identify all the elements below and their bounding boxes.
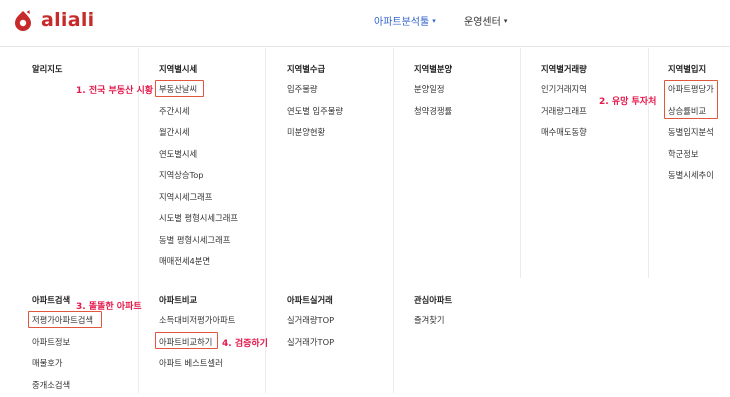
menu-item[interactable]: 아파트정보 xyxy=(32,336,93,348)
highlight-box xyxy=(664,80,718,119)
menu-item[interactable]: 청약경쟁률 xyxy=(414,105,452,117)
menu-heading: 아파트비교 xyxy=(159,295,198,305)
menu-item[interactable]: 시도별 평형시세그래프 xyxy=(159,212,238,224)
chevron-down-icon: ▾ xyxy=(503,16,508,25)
menu-item[interactable]: 실거래량TOP xyxy=(287,314,334,326)
top-header: aliali 아파트분석툴 ▾ 운영센터 ▾ xyxy=(0,0,730,40)
menu-column-favorite-apartments: 관심아파트 즐겨찾기 xyxy=(414,294,452,326)
menu-heading: 지역별입지 xyxy=(668,64,707,74)
annotation-label: 4. 검증하기 xyxy=(222,339,268,349)
menu-heading: 지역별시세 xyxy=(159,64,198,74)
column-divider xyxy=(648,48,649,278)
highlight-box xyxy=(155,80,204,97)
brand-name: aliali xyxy=(41,9,95,31)
menu-item[interactable]: 월간시세 xyxy=(159,126,238,138)
chevron-down-icon: ▾ xyxy=(432,16,436,25)
menu-heading[interactable]: 알리지도 xyxy=(32,63,63,75)
menu-item[interactable]: 실거래가TOP xyxy=(287,336,334,348)
menu-item[interactable]: 입주물량 xyxy=(287,83,343,95)
menu-item[interactable]: 아파트 베스트셀러 xyxy=(159,357,235,369)
menu-heading: 지역별분양 xyxy=(414,64,453,74)
menu-column-map: 알리지도 xyxy=(32,63,63,75)
brand-logo[interactable]: aliali xyxy=(12,9,95,31)
menu-item[interactable]: 지역시세그래프 xyxy=(159,191,238,203)
menu-item[interactable]: 연도별 입주물량 xyxy=(287,105,343,117)
menu-heading: 아파트실거래 xyxy=(287,295,333,305)
column-divider xyxy=(138,48,139,393)
menu-heading: 관심아파트 xyxy=(414,295,453,305)
highlight-box xyxy=(28,311,102,328)
menu-item[interactable]: 즐겨찾기 xyxy=(414,314,452,326)
annotation-label: 2. 유망 투자처 xyxy=(599,97,657,107)
menu-item[interactable]: 지역상승Top xyxy=(159,169,238,181)
header-divider xyxy=(0,46,730,47)
column-divider xyxy=(520,48,521,278)
menu-item[interactable]: 동별 평형시세그래프 xyxy=(159,234,238,246)
menu-column-supply: 지역별수급 입주물량 연도별 입주물량 미분양현황 xyxy=(287,63,343,138)
column-divider xyxy=(393,48,394,393)
menu-item[interactable]: 중개소검색 xyxy=(32,379,93,391)
menu-item[interactable]: 분양일정 xyxy=(414,83,452,95)
menu-item[interactable]: 동별입지분석 xyxy=(668,126,714,138)
menu-column-transaction-volume: 지역별거래량 인기거래지역 거래량그래프 매수매도동향 xyxy=(541,63,587,138)
annotation-label: 1. 전국 부동산 시황 xyxy=(76,86,154,96)
menu-item[interactable]: 인기거래지역 xyxy=(541,83,587,95)
menu-column-presale: 지역별분양 분양일정 청약경쟁률 xyxy=(414,63,452,117)
menu-item[interactable]: 미분양현황 xyxy=(287,126,343,138)
nav-ops-label: 운영센터 xyxy=(464,17,501,28)
annotation-label: 3. 똘똘한 아파트 xyxy=(76,302,142,312)
menu-item[interactable]: 소득대비저평가아파트 xyxy=(159,314,235,326)
menu-heading: 지역별수급 xyxy=(287,64,326,74)
menu-column-real-transactions: 아파트실거래 실거래량TOP 실거래가TOP xyxy=(287,294,334,348)
nav-apartment-analysis-dropdown[interactable]: 아파트분석툴 ▾ xyxy=(374,13,436,29)
nav-analysis-label: 아파트분석툴 xyxy=(374,17,430,28)
menu-item[interactable]: 주간시세 xyxy=(159,105,238,117)
menu-item[interactable]: 매수매도동향 xyxy=(541,126,587,138)
menu-item[interactable]: 매매전세4분면 xyxy=(159,255,238,267)
nav-operation-center-dropdown[interactable]: 운영센터 ▾ xyxy=(464,13,508,29)
menu-item[interactable]: 동별시세추이 xyxy=(668,169,714,181)
menu-item[interactable]: 연도별시세 xyxy=(159,148,238,160)
menu-heading: 지역별거래량 xyxy=(541,64,587,74)
menu-item[interactable]: 학군정보 xyxy=(668,148,714,160)
logo-drop-icon xyxy=(12,9,34,31)
highlight-box xyxy=(155,332,218,349)
menu-item[interactable]: 거래량그래프 xyxy=(541,105,587,117)
menu-item[interactable]: 매물호가 xyxy=(32,357,93,369)
